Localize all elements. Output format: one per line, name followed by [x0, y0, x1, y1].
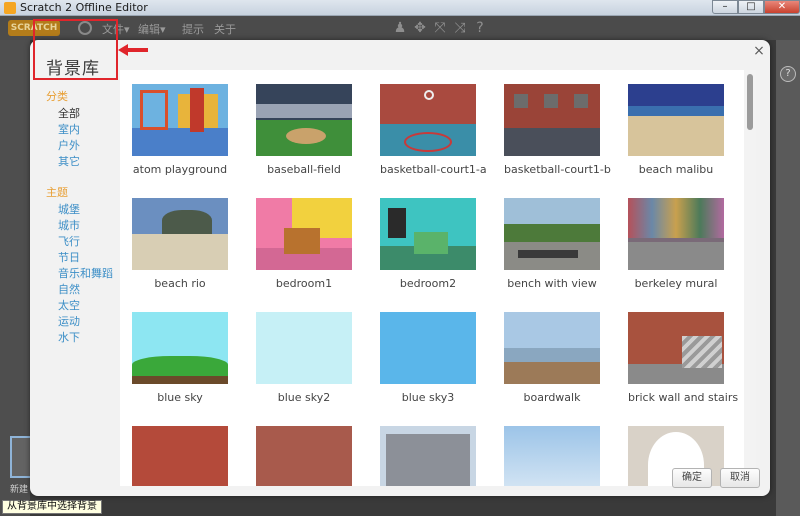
new-backdrop-label: 新建: [10, 485, 29, 495]
menu-tips[interactable]: 提示: [182, 21, 204, 37]
backdrop-label: atom playground: [132, 163, 228, 176]
help-tab-icon[interactable]: ?: [780, 66, 796, 82]
theme-holiday[interactable]: 节日: [46, 250, 126, 266]
backdrop-label: baseball-field: [267, 163, 341, 176]
category-outdoors[interactable]: 户外: [46, 138, 126, 154]
window-titlebar: Scratch 2 Offline Editor – □ ✕: [0, 0, 800, 16]
minimize-button[interactable]: –: [712, 0, 738, 14]
category-sidebar: 分类 全部 室内 户外 其它 主题 城堡 城市 飞行 节日 音乐和舞蹈 自然 太…: [46, 88, 126, 346]
backdrop-tile-bedroom1[interactable]: bedroom1: [256, 198, 354, 290]
backdrop-label: bench with view: [507, 277, 597, 290]
theme-city[interactable]: 城市: [46, 218, 126, 234]
backdrop-thumbnail: [380, 198, 476, 270]
backdrop-thumbnail: [628, 312, 724, 384]
category-header: 分类: [46, 90, 68, 103]
theme-sports[interactable]: 运动: [46, 314, 126, 330]
backdrop-thumbnail: [504, 426, 600, 486]
backdrop-tile[interactable]: [132, 426, 230, 486]
backdrop-label: brick wall and stairs: [628, 391, 739, 404]
backdrop-label: basketball-court1-b: [504, 163, 611, 176]
backdrop-thumbnail: [380, 84, 476, 156]
backdrop-label: beach malibu: [638, 163, 714, 176]
backdrop-thumbnail: [256, 426, 352, 486]
backdrop-label: bedroom1: [275, 277, 333, 290]
backdrop-thumbnail: [380, 312, 476, 384]
grow-icon[interactable]: ⤧: [432, 20, 448, 36]
theme-space[interactable]: 太空: [46, 298, 126, 314]
backdrop-tile-beach-malibu[interactable]: beach malibu: [628, 84, 726, 176]
close-window-button[interactable]: ✕: [764, 0, 800, 14]
category-all[interactable]: 全部: [46, 106, 126, 122]
menu-bar: SCRATCH 文件▾ 编辑▾ 提示 关于 ♟ ✥ ⤧ ⤨ ?: [0, 16, 800, 40]
grid-scrollbar[interactable]: [744, 70, 756, 486]
backdrop-thumbnail: [132, 198, 228, 270]
stage-sprite-panel: 新建: [0, 40, 32, 516]
scratch-app-icon: [4, 2, 16, 14]
window-title: Scratch 2 Offline Editor: [20, 1, 148, 14]
help-icon[interactable]: ?: [472, 20, 488, 36]
right-side-panel: [776, 40, 800, 516]
backdrop-thumbnail: [132, 312, 228, 384]
theme-castle[interactable]: 城堡: [46, 202, 126, 218]
backdrop-thumbnail: [504, 84, 600, 156]
backdrop-tile-boardwalk[interactable]: boardwalk: [504, 312, 602, 404]
theme-flying[interactable]: 飞行: [46, 234, 126, 250]
duplicate-stamp-icon[interactable]: ♟: [392, 20, 408, 36]
backdrop-label: bedroom2: [399, 277, 457, 290]
cancel-button[interactable]: 取消: [720, 468, 760, 488]
scrollbar-thumb[interactable]: [747, 74, 753, 130]
backdrop-label: blue sky2: [277, 391, 331, 404]
backdrop-thumbnail: [256, 84, 352, 156]
backdrop-thumbnail: [628, 84, 724, 156]
tooltip: 从背景库中选择背景: [2, 500, 102, 514]
backdrop-tile[interactable]: [256, 426, 354, 486]
maximize-button[interactable]: □: [738, 0, 764, 14]
backdrop-label: basketball-court1-a: [380, 163, 487, 176]
theme-underwater[interactable]: 水下: [46, 330, 126, 346]
backdrop-thumbnail: [628, 198, 724, 270]
cut-scissors-icon[interactable]: ✥: [412, 20, 428, 36]
stage-thumbnail[interactable]: [10, 436, 32, 478]
backdrop-label: beach rio: [154, 277, 206, 290]
category-indoors[interactable]: 室内: [46, 122, 126, 138]
backdrop-label: blue sky3: [401, 391, 455, 404]
backdrop-label: boardwalk: [523, 391, 581, 404]
backdrop-label: blue sky: [157, 391, 203, 404]
backdrop-thumbnail: [132, 84, 228, 156]
backdrop-library-dialog: 背景库 × 分类 全部 室内 户外 其它 主题 城堡 城市 飞行 节日 音乐和舞…: [30, 19, 770, 496]
backdrop-tile-brick-wall-and-stairs[interactable]: brick wall and stairs: [628, 312, 739, 404]
theme-music-dance[interactable]: 音乐和舞蹈: [46, 266, 126, 282]
theme-nature[interactable]: 自然: [46, 282, 126, 298]
backdrop-tile-blue-sky2[interactable]: blue sky2: [256, 312, 354, 404]
category-other[interactable]: 其它: [46, 154, 126, 170]
theme-header: 主题: [46, 186, 68, 199]
backdrop-thumbnail: [256, 312, 352, 384]
annotation-arrow-icon: [118, 44, 148, 56]
backdrop-thumbnail: [256, 198, 352, 270]
backdrop-thumbnail: [504, 198, 600, 270]
menu-about[interactable]: 关于: [214, 21, 236, 37]
backdrop-tile-bedroom2[interactable]: bedroom2: [380, 198, 478, 290]
backdrop-tile[interactable]: [380, 426, 478, 486]
backdrop-tile-bench-with-view[interactable]: bench with view: [504, 198, 602, 290]
backdrop-tile-blue-sky[interactable]: blue sky: [132, 312, 230, 404]
backdrop-tile-blue-sky3[interactable]: blue sky3: [380, 312, 478, 404]
ok-button[interactable]: 确定: [672, 468, 712, 488]
backdrop-tile-beach-rio[interactable]: beach rio: [132, 198, 230, 290]
backdrop-thumbnail: [504, 312, 600, 384]
backdrop-tile-basketball-court1-b[interactable]: basketball-court1-b: [504, 84, 611, 176]
backdrop-thumbnail: [380, 426, 476, 486]
dialog-title: 背景库: [46, 59, 100, 79]
backdrop-label: berkeley mural: [634, 277, 718, 290]
backdrop-tile[interactable]: [504, 426, 602, 486]
backdrop-tile-atom-playground[interactable]: atom playground: [132, 84, 230, 176]
backdrop-tile-berkeley-mural[interactable]: berkeley mural: [628, 198, 726, 290]
backdrop-tile-baseball-field[interactable]: baseball-field: [256, 84, 354, 176]
backdrop-thumbnail: [132, 426, 228, 486]
backdrop-grid: atom playground baseball-field basketbal…: [120, 70, 744, 486]
backdrop-tile-basketball-court1-a[interactable]: basketball-court1-a: [380, 84, 487, 176]
menu-edit[interactable]: 编辑▾: [138, 21, 166, 37]
shrink-icon[interactable]: ⤨: [452, 20, 468, 36]
dialog-close-icon[interactable]: ×: [752, 44, 766, 58]
